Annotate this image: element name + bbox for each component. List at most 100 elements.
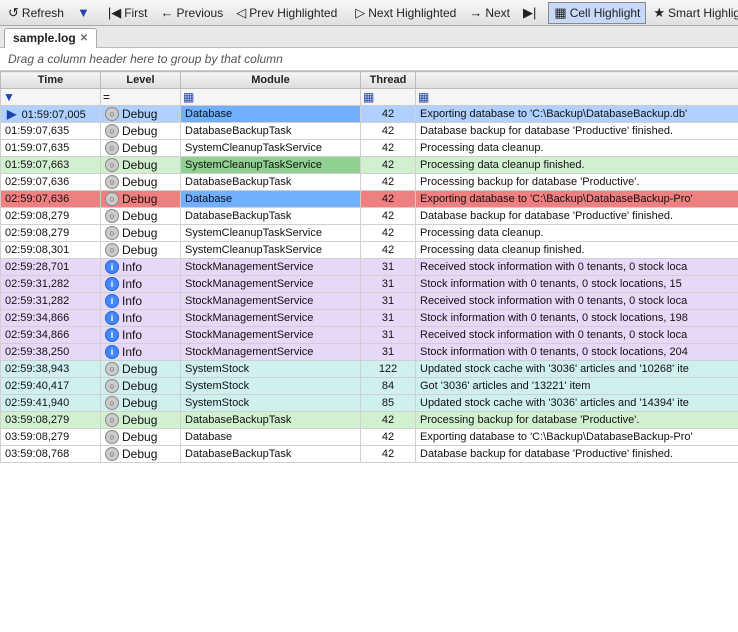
debug-icon: ○ — [105, 226, 119, 240]
next-highlighted-label: Next Highlighted — [368, 6, 456, 20]
cell-level: iInfo — [101, 293, 181, 310]
cell-level: ○Debug — [101, 157, 181, 174]
table-row[interactable]: 02:59:38,943○DebugSystemStock122Updated … — [1, 361, 738, 378]
table-row[interactable]: 02:59:08,279○DebugDatabaseBackupTask42Da… — [1, 208, 738, 225]
table-row[interactable]: 02:59:34,866iInfoStockManagementService3… — [1, 310, 738, 327]
table-row[interactable]: 02:59:41,940○DebugSystemStock85Updated s… — [1, 395, 738, 412]
level-label: Debug — [122, 124, 157, 138]
cell-module: StockManagementService — [181, 327, 361, 344]
debug-icon: ○ — [105, 430, 119, 444]
cell-time: 02:59:07,636 — [1, 191, 101, 208]
cell-thread: 42 — [361, 446, 416, 463]
cell-message: Received stock information with 0 tenant… — [416, 293, 738, 310]
cell-message: Processing data cleanup finished. — [416, 242, 738, 259]
cell-level: ○Debug — [101, 174, 181, 191]
table-row[interactable]: 02:59:38,250iInfoStockManagementService3… — [1, 344, 738, 361]
cell-highlight-icon: ▦ — [554, 5, 566, 21]
first-button[interactable]: |◀ First — [102, 2, 154, 24]
tab-close-button[interactable]: ✕ — [80, 33, 88, 44]
smart-highlight-label: Smart Highlight — [668, 6, 738, 20]
table-row[interactable]: 02:59:34,866iInfoStockManagementService3… — [1, 327, 738, 344]
smart-highlight-button[interactable]: ★ Smart Highlight — [647, 2, 738, 24]
table-row[interactable]: 02:59:28,701iInfoStockManagementService3… — [1, 259, 738, 276]
cell-thread: 122 — [361, 361, 416, 378]
col-msg-header[interactable] — [416, 72, 738, 89]
col-level-header[interactable]: Level — [101, 72, 181, 89]
cell-message: Exporting database to 'C:\Backup\Databas… — [416, 429, 738, 446]
sample-log-tab[interactable]: sample.log ✕ — [4, 28, 97, 48]
cell-thread: 31 — [361, 293, 416, 310]
info-icon: i — [105, 260, 119, 274]
debug-icon: ○ — [105, 124, 119, 138]
previous-label: Previous — [177, 6, 224, 20]
cell-time: 01:59:07,635 — [1, 140, 101, 157]
table-row[interactable]: 02:59:40,417○DebugSystemStock84Got '3036… — [1, 378, 738, 395]
table-row[interactable]: 02:59:07,636○DebugDatabase42Exporting da… — [1, 191, 738, 208]
next-icon: → — [469, 5, 482, 20]
table-row[interactable]: 03:59:08,279○DebugDatabaseBackupTask42Pr… — [1, 412, 738, 429]
cell-highlight-button[interactable]: ▦ Cell Highlight — [548, 2, 646, 24]
prev-highlighted-button[interactable]: ◁ Prev Highlighted — [230, 2, 343, 24]
cell-time: 02:59:38,250 — [1, 344, 101, 361]
table-row[interactable]: 02:59:08,301○DebugSystemCleanupTaskServi… — [1, 242, 738, 259]
table-row[interactable]: 01:59:07,663○DebugSystemCleanupTaskServi… — [1, 157, 738, 174]
table-row[interactable]: ▶ 01:59:07,005○DebugDatabase42Exporting … — [1, 106, 738, 123]
table-row[interactable]: 02:59:08,279○DebugSystemCleanupTaskServi… — [1, 225, 738, 242]
cell-time: 02:59:38,943 — [1, 361, 101, 378]
table-row[interactable]: 02:59:31,282iInfoStockManagementService3… — [1, 276, 738, 293]
debug-icon: ○ — [105, 362, 119, 376]
table-row[interactable]: 01:59:07,635○DebugDatabaseBackupTask42Da… — [1, 123, 738, 140]
table-row[interactable]: 02:59:07,636○DebugDatabaseBackupTask42Pr… — [1, 174, 738, 191]
info-icon: i — [105, 328, 119, 342]
column-header-row: Time Level Module Thread — [1, 72, 738, 89]
cell-thread: 42 — [361, 174, 416, 191]
filter-msg[interactable]: ▦ — [416, 89, 738, 106]
cell-module: SystemCleanupTaskService — [181, 140, 361, 157]
cell-level: ○Debug — [101, 361, 181, 378]
cell-time: ▶ 01:59:07,005 — [1, 106, 101, 123]
row-arrow-icon: ▶ — [5, 107, 22, 121]
cell-message: Stock information with 0 tenants, 0 stoc… — [416, 310, 738, 327]
cell-message: Updated stock cache with '3036' articles… — [416, 361, 738, 378]
cell-time: 03:59:08,768 — [1, 446, 101, 463]
cell-message: Updated stock cache with '3036' articles… — [416, 395, 738, 412]
debug-icon: ○ — [105, 192, 119, 206]
cell-level: ○Debug — [101, 208, 181, 225]
previous-button[interactable]: ← Previous — [155, 2, 230, 24]
cell-level: ○Debug — [101, 378, 181, 395]
level-label: Info — [122, 277, 142, 291]
prev-highlighted-label: Prev Highlighted — [249, 6, 337, 20]
filter-time: ▼ — [1, 89, 101, 106]
table-row[interactable]: 02:59:31,282iInfoStockManagementService3… — [1, 293, 738, 310]
filter-module[interactable]: ▦ — [181, 89, 361, 106]
table-row[interactable]: 03:59:08,279○DebugDatabase42Exporting da… — [1, 429, 738, 446]
table-body: ▶ 01:59:07,005○DebugDatabase42Exporting … — [1, 106, 738, 463]
level-label: Debug — [122, 141, 157, 155]
cell-message: Processing data cleanup. — [416, 225, 738, 242]
cell-time: 02:59:31,282 — [1, 276, 101, 293]
next-button[interactable]: → Next — [463, 2, 516, 24]
cell-message: Processing backup for database 'Producti… — [416, 412, 738, 429]
cell-module: StockManagementService — [181, 259, 361, 276]
filter-thread[interactable]: ▦ — [361, 89, 416, 106]
filter-level-eq: = — [103, 90, 110, 104]
col-time-header[interactable]: Time — [1, 72, 101, 89]
filter-msg-icon: ▦ — [418, 90, 429, 104]
filter-button[interactable]: ▼ — [71, 2, 96, 24]
table-row[interactable]: 03:59:08,768○DebugDatabaseBackupTask42Da… — [1, 446, 738, 463]
next-highlighted-button[interactable]: ▷ Next Highlighted — [349, 2, 462, 24]
level-label: Debug — [122, 243, 157, 257]
first-icon: |◀ — [108, 5, 121, 21]
cell-level: ○Debug — [101, 242, 181, 259]
last-button[interactable]: ▶| — [517, 2, 542, 24]
table-row[interactable]: 01:59:07,635○DebugSystemCleanupTaskServi… — [1, 140, 738, 157]
cell-thread: 31 — [361, 327, 416, 344]
refresh-button[interactable]: ↺ Refresh — [2, 2, 70, 24]
table-container[interactable]: Time Level Module Thread ▼ = ▦ ▦ — [0, 71, 738, 632]
col-thread-header[interactable]: Thread — [361, 72, 416, 89]
level-label: Debug — [122, 396, 157, 410]
cell-level: ○Debug — [101, 429, 181, 446]
col-module-header[interactable]: Module — [181, 72, 361, 89]
cell-module: SystemCleanupTaskService — [181, 242, 361, 259]
info-icon: i — [105, 345, 119, 359]
